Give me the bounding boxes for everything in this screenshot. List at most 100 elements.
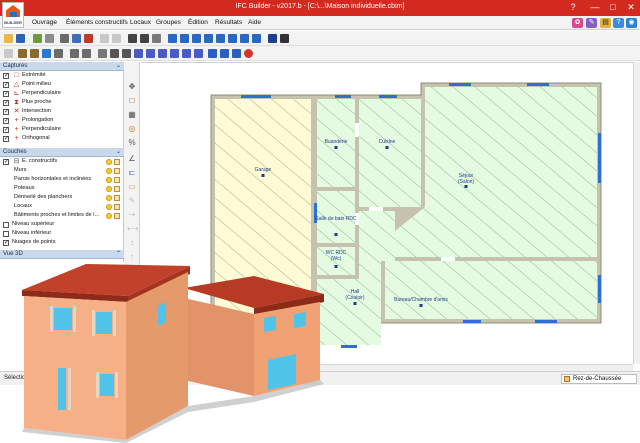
capture-row[interactable]: ✓ ✕ Intersection [0, 107, 124, 116]
zoom-extents-icon[interactable] [192, 34, 201, 43]
layer-row[interactable]: Locaux [0, 202, 124, 211]
window[interactable] [463, 320, 481, 323]
collapse-icon[interactable]: ⌄ [116, 62, 121, 71]
window[interactable] [598, 133, 601, 183]
capture-row[interactable]: ✓ ⧗ Plus proche [0, 98, 124, 107]
level-select-icon[interactable] [140, 34, 149, 43]
capture-row[interactable]: ✓ + Orthogonal [0, 134, 124, 143]
window[interactable] [527, 83, 549, 86]
window[interactable] [335, 95, 351, 98]
open-plan-icon[interactable] [33, 34, 42, 43]
grid-snap-icon[interactable]: ▦ [127, 110, 137, 120]
trim-icon[interactable] [182, 49, 191, 58]
arrow-icon[interactable]: ⇢ [127, 210, 137, 220]
bulb-icon[interactable] [106, 158, 112, 165]
window[interactable] [598, 275, 601, 303]
lock-icon[interactable] [114, 158, 120, 165]
measure-icon[interactable]: ⟷ [127, 224, 138, 234]
layer-row[interactable]: Poteaux [0, 184, 124, 193]
layer-row[interactable]: Niveau supérieur [0, 220, 124, 229]
layer-row[interactable]: ✓ Nuages de points [0, 238, 124, 247]
checkbox[interactable]: ✓ [3, 117, 9, 124]
zoom-window-icon[interactable] [180, 34, 189, 43]
minimize-button[interactable]: — [588, 2, 602, 13]
globe-icon[interactable]: ◉ [626, 18, 637, 28]
offset-icon[interactable] [170, 49, 179, 58]
checkbox[interactable]: ✓ [3, 108, 9, 115]
bulb-icon[interactable] [106, 194, 112, 201]
square-snap-icon[interactable]: □ [127, 96, 137, 106]
capture-row[interactable]: ✓ □ Extrémité [0, 71, 124, 80]
undo-icon[interactable] [100, 34, 109, 43]
layer-row[interactable]: Dénivelé des planchers [0, 193, 124, 202]
slab-tool-icon[interactable] [30, 49, 39, 58]
menu-locaux[interactable]: Locaux [130, 19, 151, 26]
door[interactable] [355, 123, 359, 137]
lock-icon[interactable] [114, 176, 120, 183]
door[interactable] [369, 207, 383, 211]
level-selector[interactable]: Rez-de-Chaussée [561, 374, 637, 384]
redo-icon[interactable] [112, 34, 121, 43]
lock-icon[interactable] [114, 185, 120, 192]
pointer-icon[interactable] [4, 49, 13, 58]
lock-icon[interactable] [114, 167, 120, 174]
layer-row[interactable]: ✓ ⊟ E. constructifs [0, 157, 124, 166]
window-tool-icon[interactable] [42, 49, 51, 58]
window[interactable] [379, 95, 397, 98]
window[interactable] [535, 320, 557, 323]
fit-icon[interactable] [252, 34, 261, 43]
captures-header[interactable]: Captures ⌄ [0, 62, 124, 71]
menu-edition[interactable]: Édition [188, 19, 208, 26]
menu-ouvrage[interactable]: Ouvrage [32, 19, 57, 26]
checkbox[interactable]: ✓ [3, 72, 9, 79]
zoom-in-icon[interactable] [168, 34, 177, 43]
menu-aide[interactable]: Aide [248, 19, 261, 26]
pen-icon[interactable]: ✎ [127, 196, 137, 206]
checkbox[interactable]: ✓ [3, 90, 9, 97]
checkbox[interactable]: ✓ [3, 81, 9, 88]
move-icon[interactable] [110, 49, 119, 58]
zoom-out-icon[interactable] [216, 34, 225, 43]
paste-icon[interactable] [45, 34, 54, 43]
extend-icon[interactable] [194, 49, 203, 58]
menu-groupes[interactable]: Groupes [156, 19, 181, 26]
vertical-scrollbar[interactable] [633, 62, 640, 364]
capture-row[interactable]: ✓ △ Point milieu [0, 80, 124, 89]
help-button[interactable]: ? [566, 2, 580, 13]
bulb-icon[interactable] [106, 212, 112, 219]
binoculars-icon[interactable] [280, 34, 289, 43]
checkbox[interactable]: ✓ [3, 126, 9, 133]
copy-icon[interactable] [146, 49, 155, 58]
layers-header[interactable]: Couches ⌄ [0, 148, 124, 157]
help-circle-icon[interactable]: ? [613, 18, 624, 28]
bulb-icon[interactable] [106, 203, 112, 210]
lock-icon[interactable] [114, 194, 120, 201]
door-tool-icon[interactable] [54, 49, 63, 58]
expand-icon[interactable]: ⊟ [13, 158, 20, 165]
percent-icon[interactable]: % [127, 138, 137, 148]
menu-elements-constructifs[interactable]: Éléments constructifs [66, 19, 128, 26]
highlight-icon[interactable]: ▭ [127, 182, 137, 192]
brush-icon[interactable]: ✎ [586, 18, 597, 28]
redraw-icon[interactable] [240, 34, 249, 43]
bulb-icon[interactable] [106, 176, 112, 183]
layer-row[interactable]: Murs [0, 166, 124, 175]
checkbox[interactable]: ✓ [3, 135, 9, 142]
crosshair-icon[interactable]: ✥ [127, 82, 137, 92]
delete-icon[interactable] [244, 49, 253, 58]
lock-icon[interactable] [114, 203, 120, 210]
bulb-icon[interactable] [106, 185, 112, 192]
print-icon[interactable] [268, 34, 277, 43]
checkbox[interactable]: ✓ [3, 239, 9, 246]
mirror-icon[interactable] [134, 49, 143, 58]
array-icon[interactable] [158, 49, 167, 58]
check-query-icon[interactable] [232, 49, 241, 58]
stair-tool-icon[interactable] [82, 49, 91, 58]
window[interactable] [449, 83, 471, 86]
palette-icon[interactable]: ✿ [572, 18, 583, 28]
capture-row[interactable]: ✓ + Perpendiculaire [0, 125, 124, 134]
level-up-icon[interactable] [128, 34, 137, 43]
layer-row[interactable]: Parois horizontales et inclinées [0, 175, 124, 184]
app-logo[interactable]: BUILDER [2, 2, 24, 28]
window[interactable] [241, 95, 271, 98]
